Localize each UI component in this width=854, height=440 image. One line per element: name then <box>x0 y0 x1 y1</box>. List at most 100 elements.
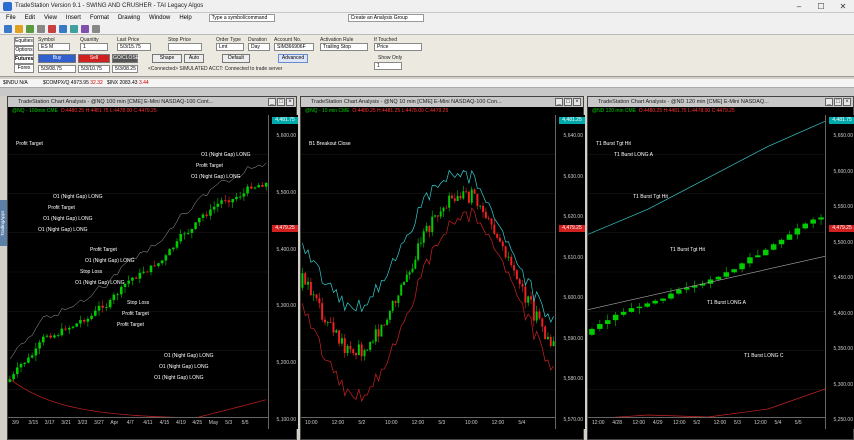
menu-format[interactable]: Format <box>90 15 109 21</box>
chart-2-minimize-button[interactable]: _ <box>555 98 563 106</box>
price-tick: 5,550.00 <box>833 204 853 210</box>
symbol-input[interactable]: ES M <box>38 43 70 51</box>
candle-body <box>668 293 674 299</box>
chart-1-minimize-button[interactable]: _ <box>268 98 276 106</box>
radar-icon[interactable] <box>59 24 67 33</box>
candle-body <box>304 273 307 285</box>
candle-body <box>451 195 453 199</box>
candle-body <box>482 205 485 212</box>
average-line <box>9 162 267 360</box>
analysis-group-select[interactable]: Create an Analysis Group <box>347 14 424 22</box>
tab-futures[interactable]: Futures <box>14 55 34 64</box>
account-select[interactable]: SIM366906F <box>274 43 314 51</box>
chart-2-price-axis[interactable]: 5,640.00 5,630.00 5,620.00 5,610.00 5,600.00… <box>555 115 585 429</box>
signal-label: Profit Target <box>90 247 117 253</box>
order-type-select[interactable]: Lmt <box>216 43 244 51</box>
time-tick: 4/29 <box>652 420 663 426</box>
duration-select[interactable]: Day <box>248 43 270 51</box>
candle-body <box>810 219 816 224</box>
price-tick: 5,630.00 <box>563 173 583 180</box>
title-bar: TradeStation Version 9.1 - SWING AND CRU… <box>0 0 854 13</box>
chart-3-price-axis[interactable]: 5,650.00 5,600.00 5,550.00 5,500.00 5,450.00… <box>825 115 854 429</box>
go-close-button[interactable]: GO/CLOSE <box>112 54 139 63</box>
default-button[interactable]: Default <box>222 54 250 63</box>
candle-body <box>544 326 547 340</box>
candle-body <box>436 215 439 217</box>
open-icon[interactable] <box>15 24 23 33</box>
candle-body <box>19 363 23 368</box>
chart-1-plot[interactable]: Profit Target O1 (Night Gap) LONG Profit T… <box>8 115 268 429</box>
menu-file[interactable]: File <box>6 15 16 21</box>
chart-3-maximize-button[interactable]: □ <box>834 98 842 106</box>
price-tick: 5,570.00 <box>563 417 583 423</box>
settings-icon[interactable] <box>92 24 100 33</box>
signal-label: O1 (Night Gap) LONG <box>43 216 93 222</box>
stop-price-input[interactable] <box>168 43 202 51</box>
candle-body <box>34 348 38 356</box>
save-icon[interactable] <box>26 24 34 33</box>
chart-icon[interactable] <box>48 24 56 33</box>
chart-window-3[interactable]: TradeStation Chart Analysis - @ND 120 mi… <box>587 96 854 440</box>
menu-edit[interactable]: Edit <box>25 15 35 21</box>
buy-button[interactable]: Buy <box>38 54 76 63</box>
candle-body <box>620 311 627 315</box>
sell-button[interactable]: Sell <box>78 54 110 63</box>
shape-button[interactable]: Shape <box>152 54 182 63</box>
trading-apps-tab[interactable]: TradingApps <box>0 200 7 246</box>
bid-value: 5/3/08.75 <box>38 65 76 73</box>
chart-2-maximize-button[interactable]: □ <box>564 98 572 106</box>
candle-body <box>493 224 496 234</box>
chart-1-time-axis[interactable]: 3/9 3/15 3/17 3/21 3/23 3/27 Apr 4/7 4/11 4/15 4/1… <box>8 417 268 429</box>
chart-1-maximize-button[interactable]: □ <box>277 98 285 106</box>
candle-body <box>546 336 549 340</box>
time-tick: 3/21 <box>61 420 71 426</box>
chart-1-close-button[interactable]: × <box>286 98 294 106</box>
menu-window[interactable]: Window <box>149 15 170 21</box>
candle-body <box>15 367 19 375</box>
close-button[interactable]: ✕ <box>832 0 854 13</box>
chart-window-2[interactable]: TradeStation Chart Analysis - @NQ 10 min… <box>300 96 585 440</box>
tab-options[interactable]: Options <box>14 46 34 55</box>
chart-2-time-axis[interactable]: 10:00 12:00 5/2 10:00 12:00 5/3 10:00 12:00 5/4 <box>301 417 555 429</box>
maximize-button[interactable]: ☐ <box>810 0 832 13</box>
trailing-stop-select[interactable]: Trailing Stop <box>320 43 368 51</box>
chart-3-close-button[interactable]: × <box>843 98 851 106</box>
candle-body <box>818 217 824 220</box>
candle-body <box>498 237 501 242</box>
new-icon[interactable] <box>4 24 12 33</box>
candle-body <box>538 311 541 319</box>
print-icon[interactable] <box>37 24 45 33</box>
time-tick: 5/2 <box>693 420 701 426</box>
auto-button[interactable]: Auto <box>184 54 204 63</box>
advanced-button[interactable]: Advanced <box>278 54 308 63</box>
menu-drawing[interactable]: Drawing <box>118 15 140 21</box>
menu-insert[interactable]: Insert <box>66 15 81 21</box>
candle-body <box>179 233 183 242</box>
chart-3-plot[interactable]: T1 Burst Tgt Hit T1 Burst Tgt Hit T1 Burst… <box>588 115 825 429</box>
price-tick: 5,590.00 <box>563 335 583 342</box>
chart-2-close-button[interactable]: × <box>573 98 581 106</box>
time-tick: 5/5 <box>241 420 249 426</box>
chart-3-minimize-button[interactable]: _ <box>825 98 833 106</box>
chart-2-plot[interactable]: B1 Breakout Close <box>301 115 555 429</box>
minimize-button[interactable]: – <box>788 0 810 13</box>
scanner-icon[interactable] <box>81 24 89 33</box>
menu-help[interactable]: Help <box>179 15 191 21</box>
chart-3-time-axis[interactable]: 12:00 4/28 12:00 4/29 12:00 5/2 12:00 5/3 12:00 5… <box>588 417 825 429</box>
price-input[interactable]: Price <box>374 43 422 51</box>
price-tick: 5,500.00 <box>276 189 296 196</box>
chart-window-1[interactable]: TradeStation Chart Analysis - @NQ 100 mi… <box>7 96 298 440</box>
chart-1-ohlc: O:4480.25 H:4481.75 L:4478.00 C:4479.25 <box>60 108 157 114</box>
matrix-icon[interactable] <box>70 24 78 33</box>
tab-equities[interactable]: Equities <box>14 37 34 46</box>
app-icon <box>3 1 12 11</box>
menu-view[interactable]: View <box>44 15 57 21</box>
quantity-input[interactable]: 1 <box>80 43 108 51</box>
tab-forex[interactable]: Forex <box>14 64 34 73</box>
candle-body <box>428 225 431 233</box>
symbol-command-input[interactable]: Type a symbol/command <box>208 14 275 22</box>
candle-body <box>363 350 366 357</box>
show-only-input[interactable]: 1 <box>374 62 402 70</box>
candle-body <box>326 322 329 324</box>
chart-1-price-axis[interactable]: 5,600.00 5,500.00 5,400.00 5,300.00 5,200.00… <box>268 115 298 429</box>
